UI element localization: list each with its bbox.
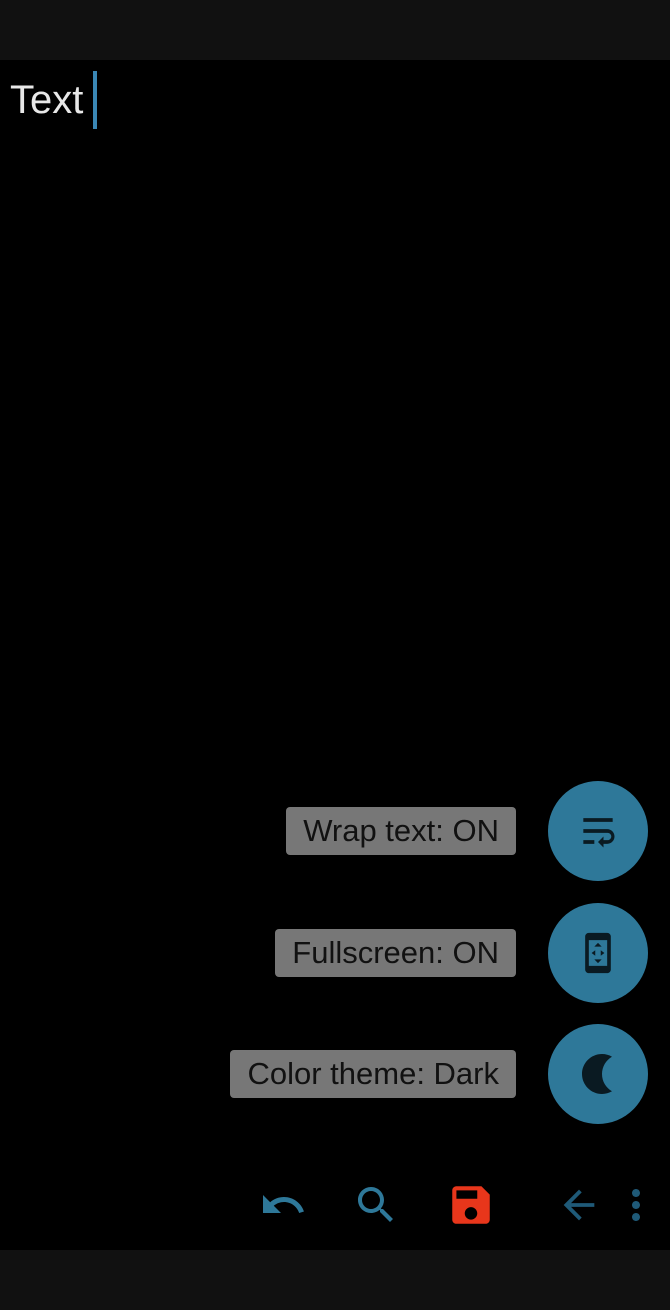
fullscreen-icon: [576, 931, 620, 975]
search-button[interactable]: [351, 1180, 401, 1230]
search-icon: [352, 1181, 400, 1229]
wrap-text-button[interactable]: [548, 781, 648, 881]
status-bar: [0, 0, 670, 60]
back-button[interactable]: [554, 1180, 604, 1230]
bottom-toolbar: [0, 1160, 670, 1250]
fullscreen-label[interactable]: Fullscreen: ON: [275, 929, 516, 977]
undo-icon: [259, 1181, 307, 1229]
editor-text: Text: [10, 78, 84, 122]
wrap-text-label[interactable]: Wrap text: ON: [286, 807, 516, 855]
fullscreen-button[interactable]: [548, 903, 648, 1003]
undo-button[interactable]: [258, 1180, 308, 1230]
wrap-text-icon: [576, 809, 620, 853]
more-vert-icon: [612, 1181, 660, 1229]
fab-item-color-theme: Color theme: Dark: [230, 1024, 648, 1124]
editor-line: Text: [10, 70, 98, 130]
fab-item-fullscreen: Fullscreen: ON: [275, 903, 648, 1003]
save-button[interactable]: [446, 1180, 496, 1230]
color-theme-button[interactable]: [548, 1024, 648, 1124]
text-cursor: [93, 71, 98, 129]
save-icon: [446, 1180, 496, 1230]
moon-icon: [574, 1050, 622, 1098]
back-arrow-icon: [556, 1182, 602, 1228]
fab-item-wrap-text: Wrap text: ON: [286, 781, 648, 881]
color-theme-label[interactable]: Color theme: Dark: [230, 1050, 516, 1098]
more-options-button[interactable]: [611, 1180, 661, 1230]
navigation-bar: [0, 1250, 670, 1310]
